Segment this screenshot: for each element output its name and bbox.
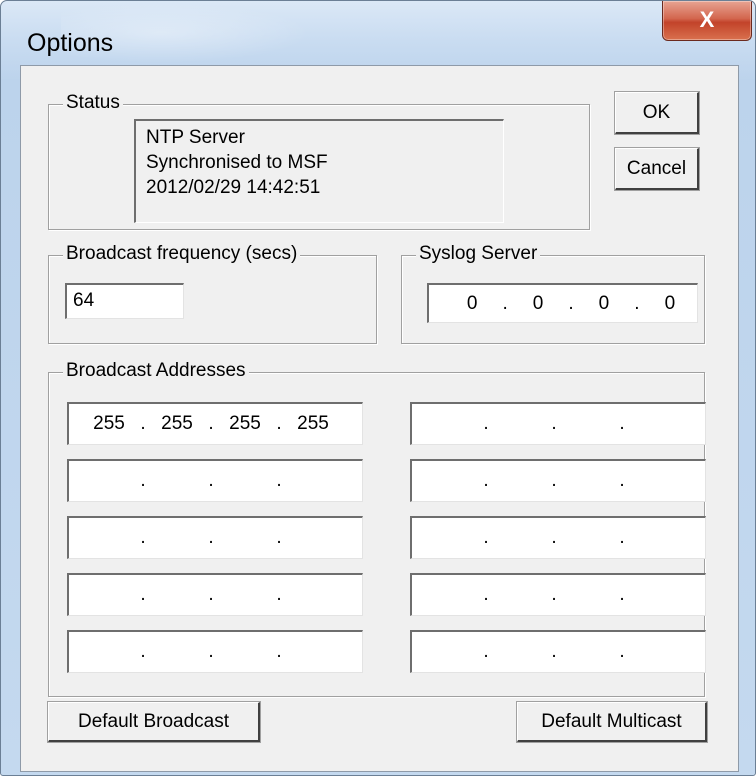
octet-4: 255 <box>297 413 329 434</box>
octet-1: 255 <box>93 413 125 434</box>
status-line-time: 2012/02/29 14:42:51 <box>146 177 321 198</box>
broadcast-frequency-label: Broadcast frequency (secs) <box>63 243 301 265</box>
cancel-button[interactable]: Cancel <box>615 148 699 190</box>
octet-separator: . <box>276 413 282 434</box>
octet-separator: . <box>483 470 489 491</box>
octet-separator: . <box>208 527 214 548</box>
broadcast-address-left-5-input[interactable]: ... <box>67 630 363 673</box>
default-multicast-button[interactable]: Default Multicast <box>517 702 707 742</box>
octet-separator: . <box>208 584 214 605</box>
close-icon: X <box>699 7 715 32</box>
octet-separator: . <box>208 641 214 662</box>
octet-separator: . <box>208 413 214 434</box>
default-broadcast-button[interactable]: Default Broadcast <box>48 702 260 742</box>
octet-separator: . <box>551 641 557 662</box>
broadcast-address-right-4-input[interactable]: ... <box>410 573 706 616</box>
octet-separator: . <box>483 584 489 605</box>
syslog-server-group: Syslog Server 0. 0. 0. 0 <box>401 243 705 344</box>
status-line-sync: Synchronised to MSF <box>146 152 328 173</box>
octet-separator: . <box>619 470 625 491</box>
broadcast-address-right-2-input[interactable]: ... <box>410 459 706 502</box>
octet-separator: . <box>140 470 146 491</box>
status-group-label: Status <box>63 92 123 114</box>
octet-separator: . <box>483 641 489 662</box>
octet-separator: . <box>551 527 557 548</box>
broadcast-frequency-value: 64 <box>73 290 95 311</box>
status-line-mode: NTP Server <box>146 127 245 148</box>
status-display: NTP Server Synchronised to MSF 2012/02/2… <box>134 119 504 223</box>
octet-separator: . <box>551 584 557 605</box>
octet-separator: . <box>619 527 625 548</box>
octet-separator: . <box>483 413 489 434</box>
broadcast-address-right-5-input[interactable]: ... <box>410 630 706 673</box>
syslog-octet-2: 0 <box>532 292 544 314</box>
broadcast-address-right-1-input[interactable]: ... <box>410 402 706 445</box>
octet-separator: . <box>276 584 282 605</box>
syslog-server-ip-input[interactable]: 0. 0. 0. 0 <box>427 283 698 323</box>
octet-separator: . <box>276 527 282 548</box>
window-title: Options <box>27 29 114 57</box>
status-group: Status NTP Server Synchronised to MSF 20… <box>48 92 590 230</box>
syslog-server-label: Syslog Server <box>416 243 541 265</box>
octet-separator: . <box>140 527 146 548</box>
octet-separator: . <box>208 470 214 491</box>
broadcast-frequency-input[interactable]: 64 <box>65 283 184 319</box>
close-button[interactable]: X <box>662 1 752 41</box>
broadcast-address-left-3-input[interactable]: ... <box>67 516 363 559</box>
octet-separator: . <box>276 641 282 662</box>
broadcast-address-left-2-input[interactable]: ... <box>67 459 363 502</box>
syslog-octet-3: 0 <box>598 292 610 314</box>
octet-2: 255 <box>161 413 193 434</box>
octet-separator: . <box>619 584 625 605</box>
options-window: Options X Status NTP Server Synchronised… <box>0 0 756 776</box>
syslog-octet-1: 0 <box>466 292 478 314</box>
octet-separator: . <box>276 470 282 491</box>
octet-separator: . <box>551 470 557 491</box>
dialog-client-area: Status NTP Server Synchronised to MSF 20… <box>20 65 739 772</box>
broadcast-addresses-group: Broadcast Addresses 255. 255. 255. 255.....… <box>48 360 706 697</box>
octet-3: 255 <box>229 413 261 434</box>
octet-separator: . <box>483 527 489 548</box>
broadcast-addresses-label: Broadcast Addresses <box>63 360 249 382</box>
octet-separator: . <box>140 413 146 434</box>
octet-separator: . <box>140 584 146 605</box>
broadcast-address-left-1-input[interactable]: 255. 255. 255. 255 <box>67 402 363 445</box>
broadcast-frequency-group: Broadcast frequency (secs) 64 <box>48 243 377 344</box>
octet-separator: . <box>140 641 146 662</box>
octet-separator: . <box>619 413 625 434</box>
broadcast-address-right-3-input[interactable]: ... <box>410 516 706 559</box>
syslog-octet-4: 0 <box>664 292 676 314</box>
octet-separator: . <box>619 641 625 662</box>
octet-separator: . <box>551 413 557 434</box>
ok-button[interactable]: OK <box>615 92 699 134</box>
broadcast-address-left-4-input[interactable]: ... <box>67 573 363 616</box>
